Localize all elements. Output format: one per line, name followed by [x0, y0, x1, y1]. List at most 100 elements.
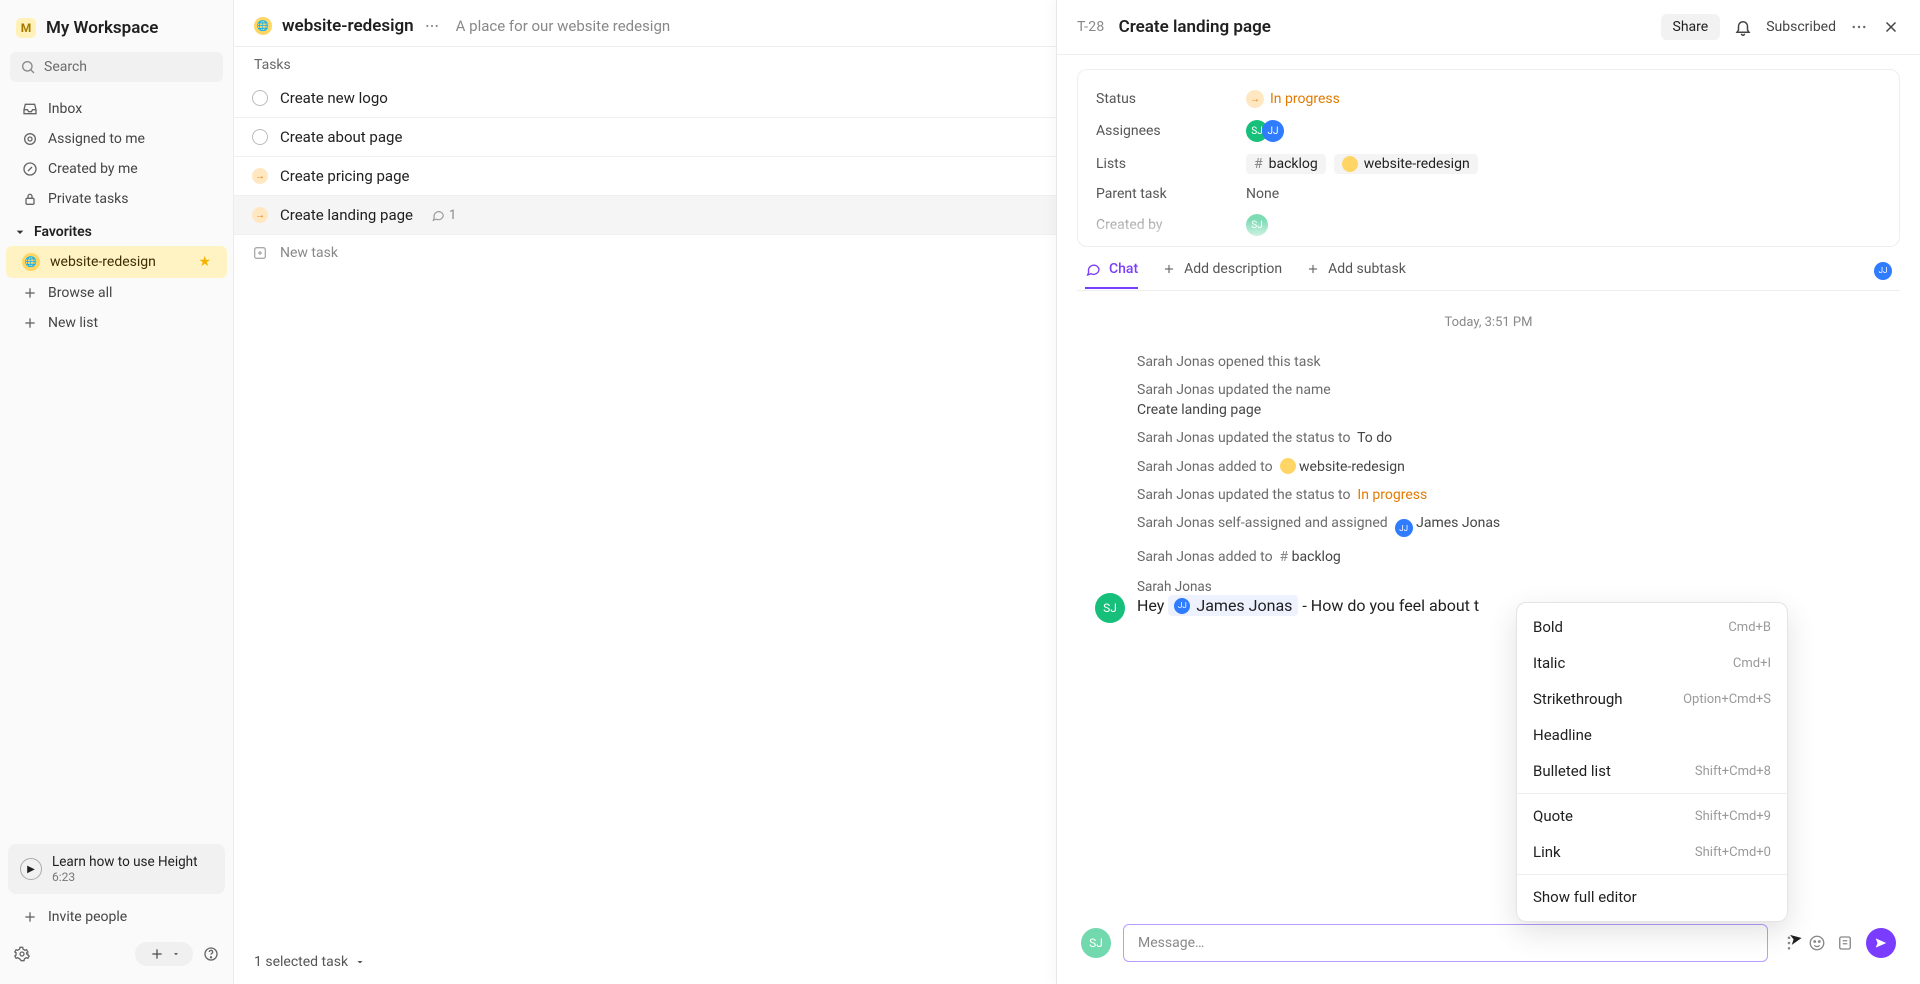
- format-strikethrough[interactable]: StrikethroughOption+Cmd+S: [1517, 681, 1787, 717]
- task-name: Create new logo: [280, 89, 388, 107]
- plus-square-icon: [252, 245, 268, 261]
- learn-card[interactable]: ▶ Learn how to use Height 6:23: [8, 844, 225, 894]
- globe-icon: [1280, 458, 1296, 474]
- subscribed-label[interactable]: Subscribed: [1766, 19, 1836, 35]
- close-icon[interactable]: [1882, 18, 1900, 36]
- activity-item: Sarah Jonas updated the status to To do: [1089, 424, 1888, 452]
- favorite-label: website-redesign: [50, 254, 156, 270]
- star-icon[interactable]: ★: [198, 254, 211, 270]
- activity-feed: Today, 3:51 PM Sarah Jonas opened this t…: [1057, 291, 1920, 909]
- play-icon: ▶: [20, 858, 42, 880]
- plus-icon: [22, 315, 38, 331]
- quick-add-button[interactable]: [135, 942, 193, 966]
- globe-icon: 🌐: [254, 17, 272, 35]
- comment-count: 1: [431, 208, 456, 223]
- gear-icon[interactable]: [14, 946, 30, 962]
- avatar: SJ: [1095, 593, 1125, 623]
- favorites-label: Favorites: [34, 224, 92, 240]
- more-icon[interactable]: [424, 18, 440, 34]
- nav-inbox[interactable]: Inbox: [6, 94, 227, 124]
- search-placeholder: Search: [44, 59, 87, 75]
- globe-icon: [1342, 156, 1358, 172]
- format-link[interactable]: LinkShift+Cmd+0: [1517, 834, 1787, 870]
- new-list[interactable]: New list: [6, 308, 227, 338]
- list-chip-project[interactable]: website-redesign: [1334, 154, 1478, 174]
- plus-icon: [1306, 262, 1320, 276]
- attachment-icon[interactable]: [1836, 934, 1854, 952]
- workspace-switcher[interactable]: M My Workspace: [0, 0, 233, 48]
- activity-item: Sarah Jonas self-assigned and assigned J…: [1089, 509, 1888, 544]
- message-author: Sarah Jonas: [1137, 579, 1479, 595]
- target-icon: [22, 131, 38, 147]
- plus-icon: [22, 285, 38, 301]
- show-full-editor[interactable]: Show full editor: [1517, 879, 1787, 915]
- format-headline[interactable]: Headline: [1517, 717, 1787, 753]
- list-chip-backlog[interactable]: #backlog: [1246, 154, 1326, 174]
- status-inprogress-icon: →: [1246, 90, 1264, 108]
- avatar: JJ: [1395, 519, 1413, 537]
- plus-icon: [1162, 262, 1176, 276]
- send-button[interactable]: [1866, 928, 1896, 958]
- search-input[interactable]: Search: [10, 52, 223, 82]
- activity-day-label: Today, 3:51 PM: [1089, 315, 1888, 330]
- nav-inbox-label: Inbox: [48, 101, 82, 117]
- task-metadata: Status → In progress Assignees SJ JJ Lis…: [1077, 69, 1900, 247]
- more-vertical-icon[interactable]: [1780, 934, 1798, 952]
- invite-label: Invite people: [48, 909, 127, 925]
- favorite-website-redesign[interactable]: 🌐 website-redesign ★: [6, 246, 227, 278]
- project-description: A place for our website redesign: [456, 17, 671, 35]
- pencil-circle-icon: [22, 161, 38, 177]
- learn-duration: 6:23: [52, 870, 198, 884]
- lock-icon: [22, 191, 38, 207]
- message-input[interactable]: Message…: [1123, 924, 1768, 962]
- message-body: Hey JJ James Jonas - How do you feel abo…: [1137, 595, 1479, 616]
- formatting-menu: BoldCmd+B ItalicCmd+I StrikethroughOptio…: [1516, 602, 1788, 922]
- browse-all[interactable]: Browse all: [6, 278, 227, 308]
- tab-chat[interactable]: Chat: [1085, 261, 1138, 289]
- mention-chip[interactable]: JJ James Jonas: [1168, 595, 1298, 616]
- favorites-header[interactable]: Favorites: [0, 214, 233, 246]
- task-title[interactable]: Create landing page: [1119, 17, 1271, 37]
- nav-created[interactable]: Created by me: [6, 154, 227, 184]
- meta-parent-label: Parent task: [1096, 186, 1246, 202]
- format-italic[interactable]: ItalicCmd+I: [1517, 645, 1787, 681]
- new-task-label: New task: [280, 245, 338, 261]
- meta-status-label: Status: [1096, 91, 1246, 107]
- detail-topbar: T-28 Create landing page Share Subscribe…: [1057, 0, 1920, 55]
- invite-people[interactable]: Invite people: [6, 902, 227, 932]
- avatar: JJ: [1262, 120, 1284, 142]
- assignees-value[interactable]: SJ JJ: [1246, 120, 1284, 142]
- nav-assigned[interactable]: Assigned to me: [6, 124, 227, 154]
- browse-all-label: Browse all: [48, 285, 112, 301]
- task-id[interactable]: T-28: [1077, 19, 1105, 35]
- activity-item: Sarah Jonas updated the name: [1089, 376, 1888, 404]
- bell-icon[interactable]: [1734, 18, 1752, 36]
- status-todo-icon[interactable]: [252, 129, 268, 145]
- chat-bubble-icon: [1085, 261, 1101, 277]
- format-bulleted-list[interactable]: Bulleted listShift+Cmd+8: [1517, 753, 1787, 789]
- activity-item: Sarah Jonas updated the status to In pro…: [1089, 481, 1888, 509]
- help-icon[interactable]: [203, 946, 219, 962]
- format-quote[interactable]: QuoteShift+Cmd+9: [1517, 798, 1787, 834]
- status-value[interactable]: → In progress: [1246, 90, 1340, 108]
- nav-private-label: Private tasks: [48, 191, 129, 207]
- emoji-icon[interactable]: [1808, 934, 1826, 952]
- avatar: SJ: [1081, 928, 1111, 958]
- chat-bubble-icon: [431, 208, 445, 222]
- status-inprogress-icon[interactable]: [252, 207, 268, 223]
- tab-add-subtask[interactable]: Add subtask: [1306, 261, 1406, 289]
- parent-value[interactable]: None: [1246, 186, 1279, 202]
- status-inprogress-icon[interactable]: [252, 168, 268, 184]
- tab-add-description[interactable]: Add description: [1162, 261, 1282, 289]
- share-button[interactable]: Share: [1661, 14, 1721, 40]
- more-icon[interactable]: [1850, 18, 1868, 36]
- status-todo-icon[interactable]: [252, 90, 268, 106]
- plus-icon: [22, 909, 38, 925]
- project-title[interactable]: website-redesign: [282, 16, 414, 36]
- meta-assignees-label: Assignees: [1096, 123, 1246, 139]
- nav-private[interactable]: Private tasks: [6, 184, 227, 214]
- presence-indicator[interactable]: JJ: [1874, 261, 1892, 290]
- format-bold[interactable]: BoldCmd+B: [1517, 609, 1787, 645]
- activity-item: Sarah Jonas added to website-redesign: [1089, 452, 1888, 481]
- nav-assigned-label: Assigned to me: [48, 131, 145, 147]
